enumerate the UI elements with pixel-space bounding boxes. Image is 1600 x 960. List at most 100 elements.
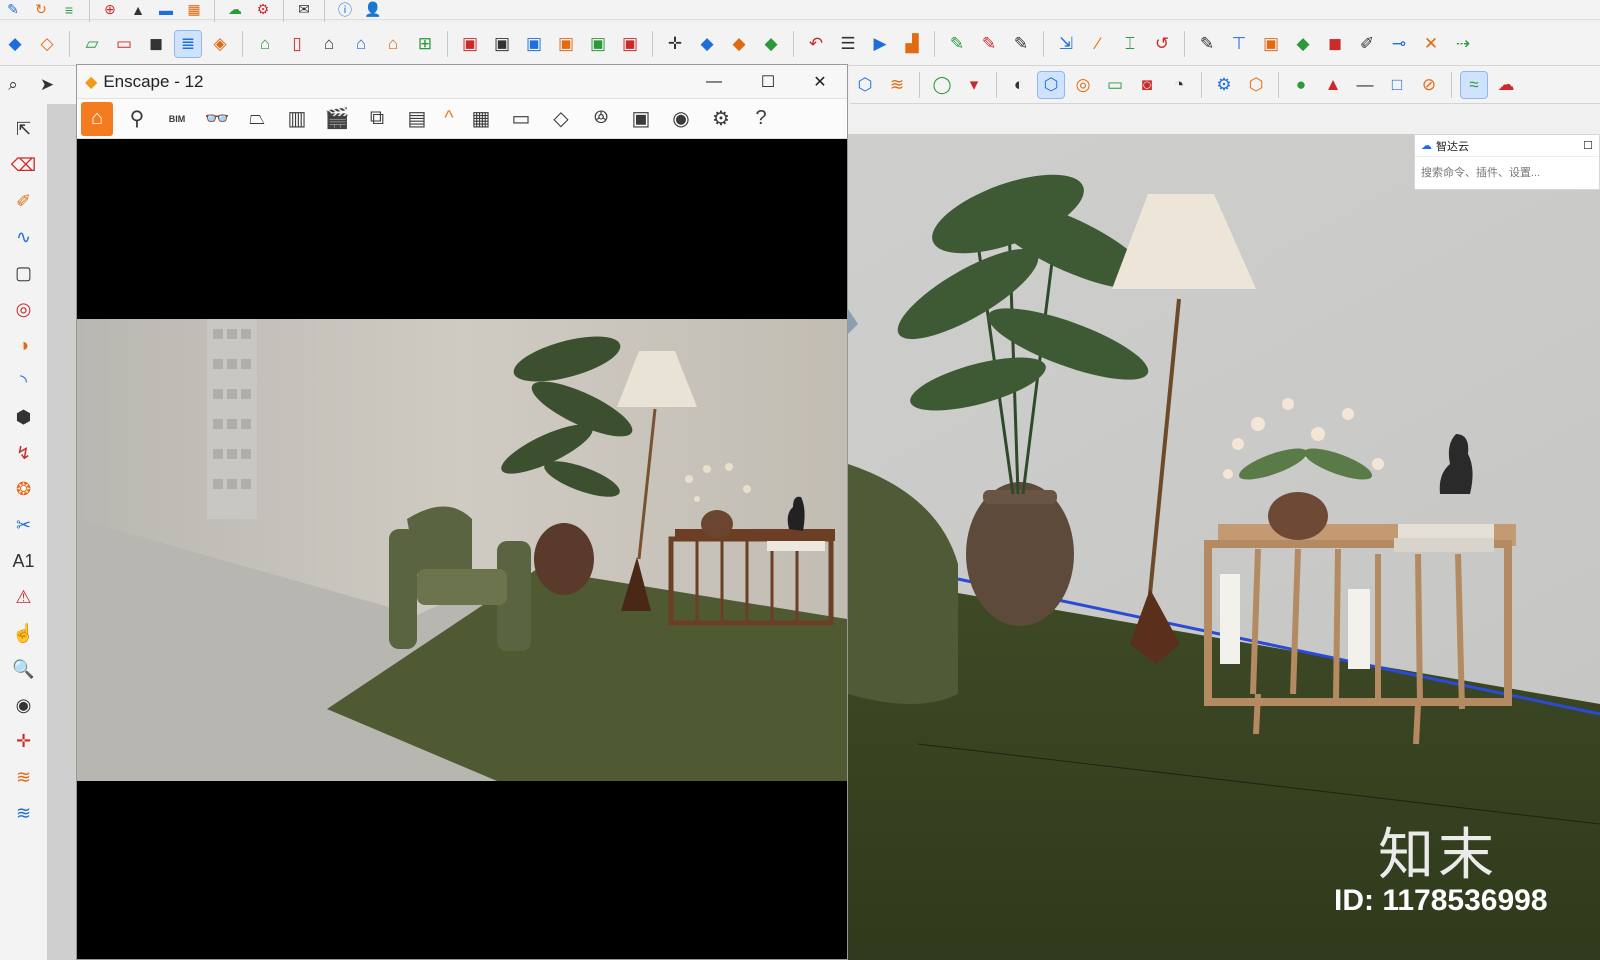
row1-tool-4-icon[interactable]: ⊕ — [99, 1, 121, 19]
row2-tool-18-icon[interactable]: ▣ — [585, 31, 611, 57]
row2-tool-35-icon[interactable]: ✎ — [1194, 31, 1220, 57]
row2-tool-14-icon[interactable]: ▣ — [457, 31, 483, 57]
left-tool-4-icon[interactable]: ∿ — [9, 224, 39, 250]
people-icon[interactable]: ꔮ — [585, 102, 617, 136]
row3-tool-11-icon[interactable]: ⚙ — [1211, 72, 1237, 98]
row2-tool-28-icon[interactable]: ✎ — [944, 31, 970, 57]
location-pin-icon[interactable]: ⚲ — [121, 102, 153, 136]
row3-tool-8-icon[interactable]: ▭ — [1102, 72, 1128, 98]
panel-toggle-icon[interactable]: ☐ — [1583, 139, 1593, 152]
row1-tool-3-icon[interactable]: ≡ — [58, 1, 80, 19]
row2-tool-6-icon[interactable]: ≣ — [174, 29, 202, 58]
row2-tool-39-icon[interactable]: ◼ — [1322, 31, 1348, 57]
row2-tool-11-icon[interactable]: ⌂ — [348, 31, 374, 57]
row2-tool-9-icon[interactable]: ▯ — [284, 31, 310, 57]
settings-icon[interactable]: ⚙ — [705, 102, 737, 136]
left-tool-8-icon[interactable]: ◝ — [9, 368, 39, 394]
row2-tool-20-icon[interactable]: ✛ — [662, 31, 688, 57]
row2-tool-38-icon[interactable]: ◆ — [1290, 31, 1316, 57]
asset-library-icon[interactable]: ⏢ — [241, 102, 273, 136]
row2-tool-40-icon[interactable]: ✐ — [1354, 31, 1380, 57]
left-tool-10-icon[interactable]: ↯ — [9, 440, 39, 466]
row2-tool-22-icon[interactable]: ◆ — [726, 31, 752, 57]
row1-tool-5-icon[interactable]: ▲ — [127, 1, 149, 19]
row2-tool-4-icon[interactable]: ▭ — [111, 31, 137, 57]
row2-tool-27-icon[interactable]: ▟ — [899, 31, 925, 57]
row2-tool-23-icon[interactable]: ◆ — [758, 31, 784, 57]
zoom-icon[interactable]: ⌕ — [0, 72, 26, 98]
left-tool-13-icon[interactable]: A1 — [9, 548, 39, 574]
row2-tool-33-icon[interactable]: ⌶ — [1117, 31, 1143, 57]
row3-tool-4-icon[interactable]: ▾ — [961, 72, 987, 98]
row3-tool-15-icon[interactable]: — — [1352, 72, 1378, 98]
row1-tool-9-icon[interactable]: ⚙ — [252, 1, 274, 19]
row3-tool-2-icon[interactable]: ≋ — [884, 72, 910, 98]
box-icon[interactable]: ◇ — [545, 102, 577, 136]
row2-tool-34-icon[interactable]: ↺ — [1149, 31, 1175, 57]
export-icon[interactable]: ▤ — [401, 102, 433, 136]
left-tool-6-icon[interactable]: ◎ — [9, 296, 39, 322]
map-icon[interactable]: ▦ — [465, 102, 497, 136]
row2-tool-36-icon[interactable]: ⊤ — [1226, 31, 1252, 57]
left-tool-1-icon[interactable]: ⇱ — [9, 116, 39, 142]
vr-headset-icon[interactable]: ▣ — [625, 102, 657, 136]
buildings-icon[interactable]: ▥ — [281, 102, 313, 136]
zhida-search-input[interactable]: 搜索命令、插件、设置... — [1415, 157, 1599, 187]
row2-tool-26-icon[interactable]: ▶ — [867, 31, 893, 57]
bim-icon[interactable]: BIM — [161, 102, 193, 136]
row2-tool-10-icon[interactable]: ⌂ — [316, 31, 342, 57]
row1-tool-8-icon[interactable]: ☁ — [224, 1, 246, 19]
left-tool-3-icon[interactable]: ✐ — [9, 188, 39, 214]
row3-tool-13-icon[interactable]: ● — [1288, 72, 1314, 98]
maximize-button[interactable]: ☐ — [743, 65, 793, 99]
row2-tool-7-icon[interactable]: ◈ — [207, 31, 233, 57]
binoculars-icon[interactable]: 👓 — [201, 102, 233, 136]
row1-tool-12-icon[interactable]: 👤 — [362, 1, 384, 19]
row2-tool-25-icon[interactable]: ☰ — [835, 31, 861, 57]
left-tool-12-icon[interactable]: ✂ — [9, 512, 39, 538]
enscape-title-bar[interactable]: ◆ Enscape - 12 — ☐ ✕ — [77, 65, 847, 99]
row1-tool-6-icon[interactable]: ▬ — [155, 1, 177, 19]
row2-tool-1-icon[interactable]: ◆ — [2, 31, 28, 57]
row2-tool-8-icon[interactable]: ⌂ — [252, 31, 278, 57]
home-icon[interactable]: ⌂ — [81, 101, 113, 136]
row3-tool-14-icon[interactable]: ▲ — [1320, 72, 1346, 98]
row1-tool-2-icon[interactable]: ↻ — [30, 1, 52, 19]
row2-tool-12-icon[interactable]: ⌂ — [380, 31, 406, 57]
row2-tool-24-icon[interactable]: ↶ — [803, 31, 829, 57]
row3-tool-17-icon[interactable]: ⊘ — [1416, 72, 1442, 98]
row2-tool-29-icon[interactable]: ✎ — [976, 31, 1002, 57]
row2-tool-2-icon[interactable]: ◇ — [34, 31, 60, 57]
row2-tool-17-icon[interactable]: ▣ — [553, 31, 579, 57]
enscape-render-view[interactable] — [77, 319, 847, 781]
left-tool-7-icon[interactable]: ◑ — [9, 332, 39, 358]
select-arrow-icon[interactable]: ➤ — [34, 72, 60, 98]
row2-tool-5-icon[interactable]: ◼ — [143, 31, 169, 57]
row2-tool-16-icon[interactable]: ▣ — [521, 31, 547, 57]
caret-up-icon[interactable]: ^ — [441, 102, 457, 136]
row2-tool-30-icon[interactable]: ✎ — [1008, 31, 1034, 57]
close-button[interactable]: ✕ — [795, 65, 845, 99]
row3-tool-7-icon[interactable]: ◎ — [1070, 72, 1096, 98]
row3-tool-10-icon[interactable]: ◔ — [1166, 72, 1192, 98]
left-tool-15-icon[interactable]: ☝ — [9, 620, 39, 646]
row3-tool-6-icon[interactable]: ⬡ — [1037, 70, 1065, 99]
row2-tool-19-icon[interactable]: ▣ — [617, 31, 643, 57]
eye-icon[interactable]: ◉ — [665, 102, 697, 136]
row2-tool-42-icon[interactable]: ✕ — [1418, 31, 1444, 57]
row2-tool-3-icon[interactable]: ▱ — [79, 31, 105, 57]
row2-tool-21-icon[interactable]: ◆ — [694, 31, 720, 57]
panorama-icon[interactable]: ▭ — [505, 102, 537, 136]
row1-tool-10-icon[interactable]: ✉ — [293, 1, 315, 19]
row2-tool-13-icon[interactable]: ⊞ — [412, 31, 438, 57]
row3-tool-5-icon[interactable]: ◐ — [1006, 72, 1032, 98]
left-tool-11-icon[interactable]: ❂ — [9, 476, 39, 502]
row2-tool-37-icon[interactable]: ▣ — [1258, 31, 1284, 57]
left-tool-18-icon[interactable]: ✛ — [9, 728, 39, 754]
row2-tool-31-icon[interactable]: ⇲ — [1053, 31, 1079, 57]
row1-tool-7-icon[interactable]: ▦ — [183, 1, 205, 19]
left-tool-20-icon[interactable]: ≋ — [9, 800, 39, 826]
left-tool-19-icon[interactable]: ≋ — [9, 764, 39, 790]
row3-tool-19-icon[interactable]: ☁ — [1493, 72, 1519, 98]
row3-tool-9-icon[interactable]: ◙ — [1134, 72, 1160, 98]
